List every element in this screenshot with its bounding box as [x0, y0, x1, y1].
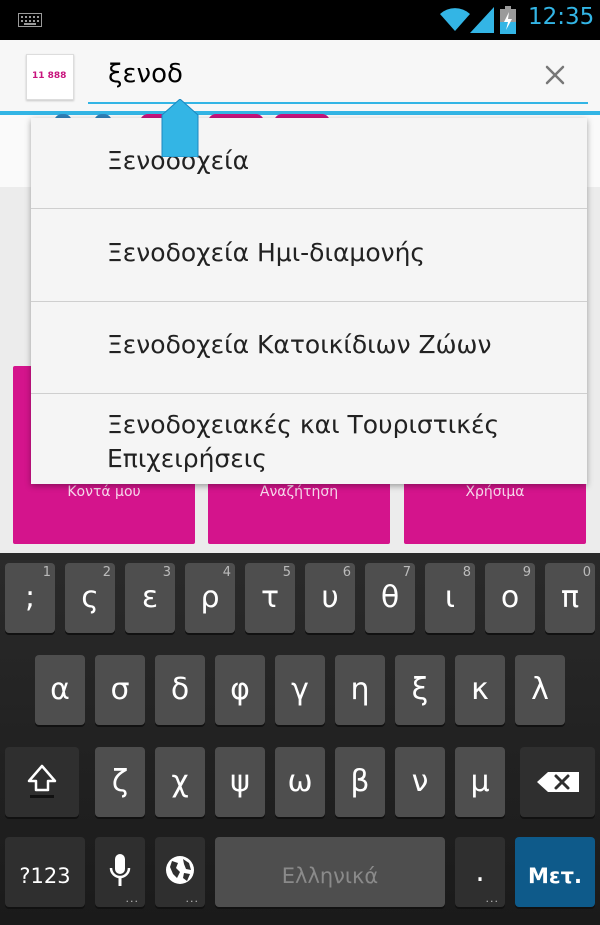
key[interactable]: χ — [155, 747, 205, 817]
wifi-icon — [440, 8, 470, 31]
key[interactable]: 4ρ — [185, 563, 235, 633]
key[interactable]: μ — [455, 747, 505, 817]
key[interactable]: δ — [155, 655, 205, 725]
cell-signal-icon — [470, 7, 494, 33]
key[interactable]: λ — [515, 655, 565, 725]
key[interactable]: ζ — [95, 747, 145, 817]
suggestion-item[interactable]: Ξενοδοχεία Ημι-διαμονής — [31, 238, 587, 267]
key[interactable]: ξ — [395, 655, 445, 725]
key[interactable]: 8ι — [425, 563, 475, 633]
autocomplete-dropdown: Ξενοδοχεία Ξενοδοχεία Ημι-διαμονής Ξενοδ… — [31, 118, 587, 484]
key[interactable]: ψ — [215, 747, 265, 817]
key[interactable]: ν — [395, 747, 445, 817]
key[interactable]: 9ο — [485, 563, 535, 633]
space-key[interactable]: Ελληνικά — [215, 837, 445, 907]
suggestion-item[interactable]: Ξενοδοχεία Κατοικίδιων Ζώων — [31, 330, 587, 359]
keyboard-notification-icon — [18, 13, 42, 27]
key[interactable]: 0π — [545, 563, 595, 633]
divider — [31, 393, 587, 394]
go-key[interactable]: Μετ. — [515, 837, 595, 907]
key[interactable]: 6υ — [305, 563, 355, 633]
language-key[interactable]: ... — [155, 837, 205, 907]
key[interactable]: 5τ — [245, 563, 295, 633]
backspace-icon — [537, 772, 579, 792]
key[interactable]: 1; — [5, 563, 55, 633]
search-input[interactable] — [88, 46, 588, 104]
app-logo-text: 11 888 — [32, 71, 67, 81]
divider — [31, 301, 587, 302]
tile-label: Κοντά μου — [67, 484, 141, 500]
key[interactable]: 3ε — [125, 563, 175, 633]
app-logo[interactable]: 11 888 — [26, 54, 74, 100]
suggestion-item[interactable]: Ξενοδοχειακές και Τουριστικές Επιχειρήσε… — [31, 408, 587, 476]
key[interactable]: φ — [215, 655, 265, 725]
soft-keyboard: 1; 2ς 3ε 4ρ 5τ 6υ 7θ 8ι 9ο 0π α σ δ φ γ … — [0, 553, 600, 925]
action-bar: 11 888 — [0, 40, 600, 112]
shift-icon — [27, 764, 57, 798]
key[interactable]: η — [335, 655, 385, 725]
period-key[interactable]: .... — [455, 837, 505, 907]
status-bar: 12:35 — [0, 0, 600, 40]
status-clock: 12:35 — [528, 4, 595, 30]
key[interactable]: ω — [275, 747, 325, 817]
key[interactable]: α — [35, 655, 85, 725]
suggestion-item[interactable]: Ξενοδοχεία — [31, 146, 587, 175]
key[interactable]: 2ς — [65, 563, 115, 633]
clear-search-icon[interactable] — [540, 60, 570, 90]
backspace-key[interactable] — [520, 747, 595, 817]
key[interactable]: κ — [455, 655, 505, 725]
symbols-key[interactable]: ?123 — [5, 837, 85, 907]
shift-key[interactable] — [5, 747, 79, 817]
battery-charging-icon — [500, 6, 516, 34]
key[interactable]: β — [335, 747, 385, 817]
tile-label: Χρήσιμα — [465, 484, 525, 500]
text-cursor-handle[interactable] — [158, 99, 202, 157]
divider — [31, 208, 587, 209]
voice-input-key[interactable]: ... — [95, 837, 145, 907]
key[interactable]: γ — [275, 655, 325, 725]
key[interactable]: 7θ — [365, 563, 415, 633]
globe-icon — [166, 856, 194, 884]
key[interactable]: σ — [95, 655, 145, 725]
tile-label: Αναζήτηση — [259, 484, 339, 500]
microphone-icon — [109, 854, 131, 886]
